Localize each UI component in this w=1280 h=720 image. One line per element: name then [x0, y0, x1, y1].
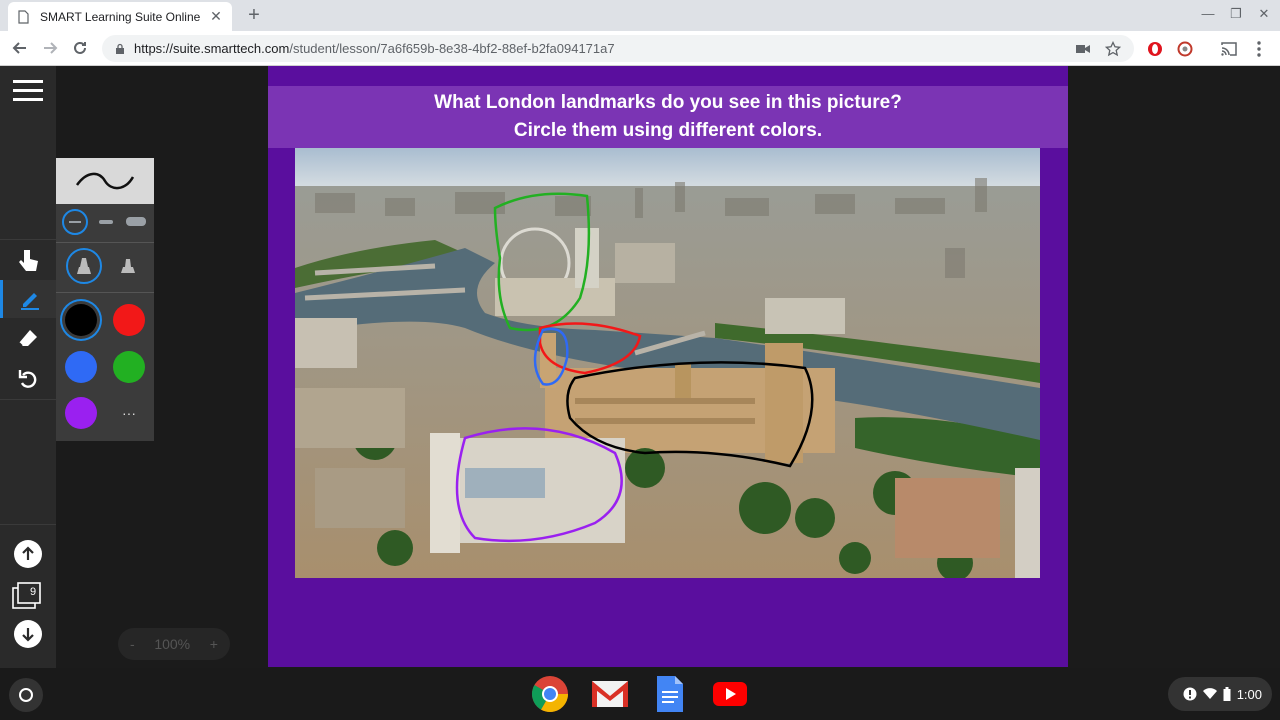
youtube-app-icon[interactable]	[710, 674, 750, 714]
chrome-icon	[531, 676, 568, 713]
marker-icon	[77, 258, 91, 274]
hand-pointer-icon	[19, 250, 38, 271]
color-swatch-black[interactable]	[65, 304, 97, 336]
more-colors-button[interactable]: ···	[113, 397, 145, 429]
close-window-icon[interactable]: ✕	[1254, 6, 1274, 22]
arrow-up-icon	[22, 546, 34, 560]
highlighter-option[interactable]	[118, 256, 138, 276]
pen-tool-button[interactable]	[0, 280, 56, 318]
restore-icon[interactable]: ❐	[1226, 6, 1246, 22]
palette-divider	[56, 242, 154, 243]
stroke-style-button[interactable]	[56, 158, 154, 204]
slide-question: What London landmarks do you see in this…	[268, 86, 1068, 148]
browser-toolbar: https://suite.smarttech.com/student/less…	[0, 31, 1280, 66]
reload-icon	[74, 41, 86, 54]
opera-extension-icon[interactable]	[1146, 40, 1164, 58]
color-swatch-red[interactable]	[113, 304, 145, 336]
pen-palette: ···	[56, 158, 154, 441]
lesson-slide[interactable]: What London landmarks do you see in this…	[268, 66, 1068, 667]
cast-icon[interactable]	[1220, 40, 1238, 58]
minimize-icon[interactable]: —	[1198, 6, 1218, 21]
bookmark-star-icon[interactable]	[1104, 40, 1122, 58]
tab-close-icon[interactable]: ✕	[208, 8, 224, 25]
new-tab-button[interactable]: +	[244, 4, 264, 27]
camera-icon[interactable]	[1074, 40, 1092, 58]
notification-icon	[1183, 687, 1197, 701]
tab-title: SMART Learning Suite Online	[40, 9, 201, 24]
zoom-in-button[interactable]: +	[210, 636, 218, 652]
gmail-icon	[592, 681, 628, 707]
question-line-1: What London landmarks do you see in this…	[434, 92, 902, 113]
color-swatch-green[interactable]	[113, 351, 145, 383]
zoom-out-button[interactable]: -	[130, 636, 135, 652]
launcher-button[interactable]	[9, 678, 43, 712]
page-count: 9	[29, 586, 37, 598]
reload-button[interactable]	[68, 36, 92, 60]
docs-app-icon[interactable]	[650, 674, 690, 714]
previous-page-button[interactable]	[14, 540, 42, 568]
rail-divider	[0, 239, 56, 240]
back-button[interactable]	[8, 36, 32, 60]
thin-stroke-option[interactable]	[62, 209, 88, 235]
back-arrow-icon	[12, 42, 26, 54]
tool-rail: 9	[0, 66, 56, 668]
medium-stroke-option[interactable]	[99, 220, 113, 224]
page-icon	[18, 9, 29, 24]
zoom-level: 100%	[154, 636, 191, 652]
forward-button[interactable]	[38, 36, 62, 60]
pen-opaque-option[interactable]	[66, 248, 102, 284]
arrow-down-icon	[22, 628, 34, 642]
photo-svg	[295, 148, 1040, 578]
hamburger-menu-icon[interactable]	[13, 78, 43, 104]
highlighter-icon	[121, 259, 135, 273]
clock: 1:00	[1236, 686, 1262, 702]
url-text: https://suite.smarttech.com/student/less…	[134, 41, 615, 56]
gmail-app-icon[interactable]	[590, 674, 630, 714]
question-line-2: Circle them using different colors.	[513, 120, 823, 141]
address-bar[interactable]: https://suite.smarttech.com/student/less…	[102, 35, 1134, 62]
browser-menu-icon[interactable]	[1250, 40, 1268, 58]
color-swatch-purple[interactable]	[65, 397, 97, 429]
palette-divider	[56, 292, 154, 293]
battery-icon	[1223, 687, 1231, 701]
lock-icon	[116, 43, 124, 54]
youtube-icon	[713, 682, 747, 706]
os-shelf: 1:00	[0, 668, 1280, 720]
rail-divider	[0, 399, 56, 400]
wave-stroke-icon	[75, 172, 135, 190]
undo-icon	[18, 370, 37, 388]
color-swatch-blue[interactable]	[65, 351, 97, 383]
select-tool-button[interactable]	[0, 242, 56, 280]
browser-tab-strip: SMART Learning Suite Online ✕ + — ❐ ✕	[0, 0, 1280, 31]
extension-icon[interactable]	[1176, 40, 1194, 58]
zoom-control: - 100% +	[118, 628, 230, 660]
browser-tab[interactable]: SMART Learning Suite Online ✕	[8, 2, 232, 31]
forward-arrow-icon	[44, 42, 58, 54]
pen-icon	[20, 293, 39, 310]
undo-button[interactable]	[0, 360, 56, 398]
status-tray[interactable]: 1:00	[1168, 677, 1272, 711]
smart-app-area: 9 ··· - 100% + What London landmarks do …	[0, 66, 1280, 668]
docs-icon	[657, 676, 683, 712]
chrome-app-icon[interactable]	[530, 674, 570, 714]
london-aerial-photo[interactable]	[295, 148, 1040, 578]
next-page-button[interactable]	[14, 620, 42, 648]
rail-divider	[0, 524, 56, 525]
eraser-tool-button[interactable]	[0, 320, 56, 358]
thick-stroke-option[interactable]	[126, 217, 146, 226]
launcher-circle-icon	[19, 688, 33, 702]
wifi-icon	[1202, 688, 1217, 699]
eraser-icon	[18, 330, 37, 347]
